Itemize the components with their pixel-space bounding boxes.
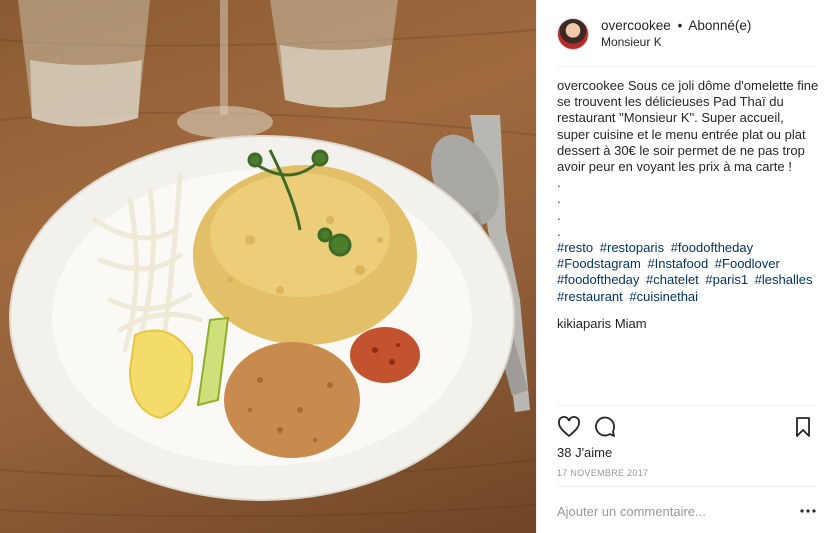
hashtag[interactable]: #resto: [557, 240, 593, 255]
comment-text: Miam: [614, 315, 647, 331]
follow-status[interactable]: Abonné(e): [688, 18, 751, 33]
more-options-icon[interactable]: [799, 504, 817, 518]
chili-flakes: [350, 327, 420, 383]
post-details-panel: overcookee • Abonné(e) Monsieur K overco…: [536, 0, 833, 533]
avatar[interactable]: [557, 18, 589, 50]
hashtag[interactable]: #Foodlover: [715, 256, 780, 271]
caption-block: overcookee Sous ce joli dôme d'omelette …: [557, 78, 819, 332]
divider: [557, 66, 817, 67]
comment-item: kikiaparis Miam: [557, 316, 819, 332]
hashtag[interactable]: #restaurant: [557, 289, 623, 304]
hashtag[interactable]: #cuisinethai: [629, 289, 698, 304]
hashtag[interactable]: #leshalles: [755, 272, 813, 287]
post-date: 17 NOVEMBRE 2017: [557, 468, 649, 478]
comment-input[interactable]: [557, 503, 799, 519]
hashtag[interactable]: #restoparis: [600, 240, 664, 255]
pad-thai-photo: [0, 0, 536, 518]
hashtag[interactable]: #paris1: [705, 272, 748, 287]
comment-icon[interactable]: [593, 415, 617, 439]
add-comment-row: [557, 500, 817, 522]
header-text: overcookee • Abonné(e) Monsieur K: [601, 17, 751, 51]
caption-text: Sous ce joli dôme d'omelette fine se tro…: [557, 78, 819, 239]
hashtag[interactable]: #chatelet: [646, 272, 699, 287]
likes-count[interactable]: 38 J'aime: [557, 445, 612, 460]
hashtag[interactable]: #foodoftheday: [671, 240, 753, 255]
comment-username[interactable]: kikiaparis: [557, 316, 611, 331]
bookmark-icon[interactable]: [791, 415, 815, 439]
caption-username[interactable]: overcookee: [557, 78, 624, 93]
water-glass-right: [270, 0, 398, 108]
location-link[interactable]: Monsieur K: [601, 34, 751, 51]
hashtag-list: #resto #restoparis #foodoftheday #Foodst…: [557, 240, 819, 305]
caption: overcookee Sous ce joli dôme d'omelette …: [557, 78, 819, 240]
crushed-peanuts: [224, 342, 360, 458]
hashtag[interactable]: #Foodstagram: [557, 256, 641, 271]
post-header: overcookee • Abonné(e) Monsieur K: [557, 12, 817, 56]
hashtag[interactable]: #Instafood: [647, 256, 708, 271]
divider: [557, 405, 817, 406]
divider: [557, 486, 817, 487]
water-glass-left: [18, 0, 150, 127]
heart-icon[interactable]: [557, 415, 581, 439]
username-link[interactable]: overcookee: [601, 18, 671, 33]
hashtag[interactable]: #foodoftheday: [557, 272, 639, 287]
username-line: overcookee • Abonné(e): [601, 17, 751, 34]
separator: •: [677, 18, 683, 33]
post-photo[interactable]: [0, 0, 536, 533]
action-bar: [557, 414, 815, 440]
